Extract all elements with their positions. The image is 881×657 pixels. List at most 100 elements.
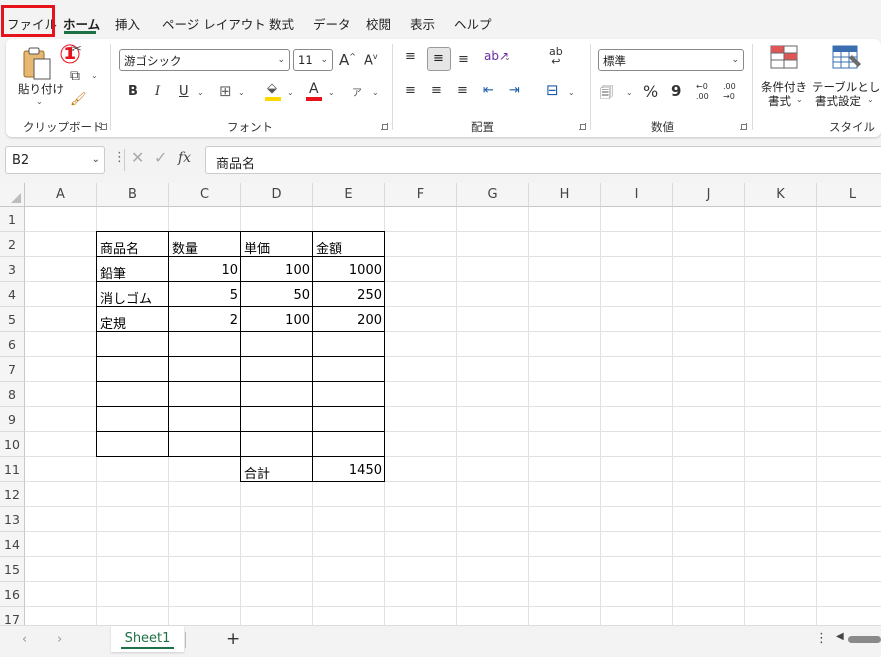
increase-indent-icon[interactable]: ⇥ xyxy=(509,83,520,98)
conditional-chevron-down-icon[interactable]: ⌄ xyxy=(796,95,803,104)
alignment-dialog-launcher-icon[interactable] xyxy=(579,123,586,130)
menu-help[interactable]: ヘルプ xyxy=(454,14,492,33)
select-all-corner[interactable] xyxy=(0,183,25,207)
number-dialog-launcher-icon[interactable] xyxy=(740,123,747,130)
cell-C5[interactable]: 2 xyxy=(169,308,241,333)
increase-decimal-icon[interactable]: ←0.00 xyxy=(696,82,716,104)
menu-data[interactable]: データ xyxy=(313,14,351,33)
name-box[interactable]: B2 ⌄ xyxy=(5,146,105,174)
cell-E4[interactable]: 250 xyxy=(313,283,385,308)
italic-button[interactable]: I xyxy=(155,84,160,99)
more-options-icon[interactable]: ⋮ xyxy=(815,631,828,646)
underline-button[interactable]: U xyxy=(179,84,189,99)
scroll-left-icon[interactable]: ◀ xyxy=(836,631,844,642)
cell-E5[interactable]: 200 xyxy=(313,308,385,333)
worksheet-grid[interactable]: ABCDEFGHIJKL 1 2 3 4 5 6 7 8 9 10 11 12 13 14 15 16 17 商… xyxy=(0,183,881,625)
align-top-icon[interactable]: ≡ xyxy=(405,49,416,64)
accounting-format-icon[interactable]: 🗐 xyxy=(600,84,613,106)
cell-C4[interactable]: 5 xyxy=(169,283,241,308)
align-left-icon[interactable]: ≡ xyxy=(405,83,416,98)
cell-E3[interactable]: 1000 xyxy=(313,258,385,283)
row-header-9[interactable]: 9 xyxy=(0,407,25,432)
borders-icon[interactable]: ⊞ xyxy=(219,82,232,100)
cell-E2[interactable]: 金額 xyxy=(313,233,385,258)
align-middle-button[interactable]: ≡ xyxy=(427,47,451,71)
align-center-icon[interactable]: ≡ xyxy=(431,83,442,98)
borders-chevron-down-icon[interactable]: ⌄ xyxy=(238,88,245,97)
column-header-A[interactable]: A xyxy=(25,183,97,207)
format-as-table-label-2[interactable]: 書式設定 xyxy=(815,93,861,109)
scroll-tabs-left-icon[interactable]: ‹ xyxy=(22,632,27,647)
row-header-15[interactable]: 15 xyxy=(0,557,25,582)
insert-function-icon[interactable]: fx xyxy=(178,150,191,166)
column-header-E[interactable]: E xyxy=(313,183,385,207)
row-header-11[interactable]: 11 xyxy=(0,457,25,482)
comma-style-button[interactable]: 9 xyxy=(671,82,681,100)
menu-review[interactable]: 校閲 xyxy=(366,14,391,33)
percent-style-button[interactable]: % xyxy=(643,82,658,101)
font-color-icon[interactable]: A xyxy=(306,81,322,102)
column-header-F[interactable]: F xyxy=(385,183,457,207)
format-as-table-icon[interactable] xyxy=(832,45,862,71)
decrease-font-size-icon[interactable]: Av xyxy=(364,52,378,68)
row-header-12[interactable]: 12 xyxy=(0,482,25,507)
formula-input[interactable]: 商品名 xyxy=(205,146,881,174)
cell-D11[interactable]: 合計 xyxy=(241,458,313,483)
scrollbar-thumb[interactable] xyxy=(848,636,881,643)
column-header-H[interactable]: H xyxy=(529,183,601,207)
paste-icon[interactable] xyxy=(20,45,54,83)
decrease-indent-icon[interactable]: ⇤ xyxy=(483,83,494,98)
underline-chevron-down-icon[interactable]: ⌄ xyxy=(197,88,204,97)
add-sheet-button[interactable]: + xyxy=(226,629,240,649)
cell-C2[interactable]: 数量 xyxy=(169,233,241,258)
row-header-4[interactable]: 4 xyxy=(0,282,25,307)
cancel-icon[interactable]: ✕ xyxy=(131,148,144,167)
copy-chevron-down-icon[interactable]: ⌄ xyxy=(91,71,98,80)
format-painter-icon[interactable]: 🖌 xyxy=(70,92,87,107)
orientation-chevron-down-icon[interactable]: ⌄ xyxy=(504,53,511,62)
font-color-chevron-down-icon[interactable]: ⌄ xyxy=(328,88,335,97)
conditional-formatting-label-2[interactable]: 書式 xyxy=(768,93,791,109)
merge-chevron-down-icon[interactable]: ⌄ xyxy=(568,88,575,97)
clipboard-dialog-launcher-icon[interactable] xyxy=(100,123,107,130)
cell-B4[interactable]: 消しゴム xyxy=(97,283,169,308)
column-header-C[interactable]: C xyxy=(169,183,241,207)
cell-B5[interactable]: 定規 xyxy=(97,308,169,333)
row-header-1[interactable]: 1 xyxy=(0,207,25,232)
column-header-L[interactable]: L xyxy=(817,183,881,207)
row-header-10[interactable]: 10 xyxy=(0,432,25,457)
cell-C3[interactable]: 10 xyxy=(169,258,241,283)
paste-label[interactable]: 貼り付け xyxy=(18,81,64,97)
row-header-17[interactable]: 17 xyxy=(0,607,25,625)
cell-E11[interactable]: 1450 xyxy=(313,458,385,483)
row-header-14[interactable]: 14 xyxy=(0,532,25,557)
column-header-B[interactable]: B xyxy=(97,183,169,207)
cell-D4[interactable]: 50 xyxy=(241,283,313,308)
row-header-6[interactable]: 6 xyxy=(0,332,25,357)
increase-font-size-icon[interactable]: A^ xyxy=(339,51,356,69)
bold-button[interactable]: B xyxy=(128,84,138,99)
horizontal-scrollbar[interactable]: ◀ xyxy=(836,631,881,645)
row-header-7[interactable]: 7 xyxy=(0,357,25,382)
merge-center-icon[interactable]: ⊟ xyxy=(546,81,559,99)
row-header-3[interactable]: 3 xyxy=(0,257,25,282)
column-header-J[interactable]: J xyxy=(673,183,745,207)
menu-formulas[interactable]: 数式 xyxy=(269,14,294,33)
row-header-5[interactable]: 5 xyxy=(0,307,25,332)
menu-page-layout[interactable]: ページ レイアウト xyxy=(162,14,266,33)
decrease-decimal-icon[interactable]: .00 →0 xyxy=(723,82,743,104)
accounting-chevron-down-icon[interactable]: ⌄ xyxy=(626,88,633,97)
paste-chevron-down-icon[interactable]: ⌄ xyxy=(36,97,43,106)
font-name-combo[interactable]: 游ゴシック ⌄ xyxy=(119,49,290,71)
row-header-16[interactable]: 16 xyxy=(0,582,25,607)
enter-check-icon[interactable]: ✓ xyxy=(154,148,167,167)
column-header-I[interactable]: I xyxy=(601,183,673,207)
font-dialog-launcher-icon[interactable] xyxy=(381,123,388,130)
fill-color-chevron-down-icon[interactable]: ⌄ xyxy=(287,88,294,97)
wrap-text-icon[interactable]: ab ↩ xyxy=(549,46,563,67)
cell-D2[interactable]: 単価 xyxy=(241,233,313,258)
row-header-13[interactable]: 13 xyxy=(0,507,25,532)
row-header-2[interactable]: 2 xyxy=(0,232,25,257)
font-size-combo[interactable]: 11 ⌄ xyxy=(293,49,333,71)
fill-color-icon[interactable]: ⬙ xyxy=(265,81,281,101)
